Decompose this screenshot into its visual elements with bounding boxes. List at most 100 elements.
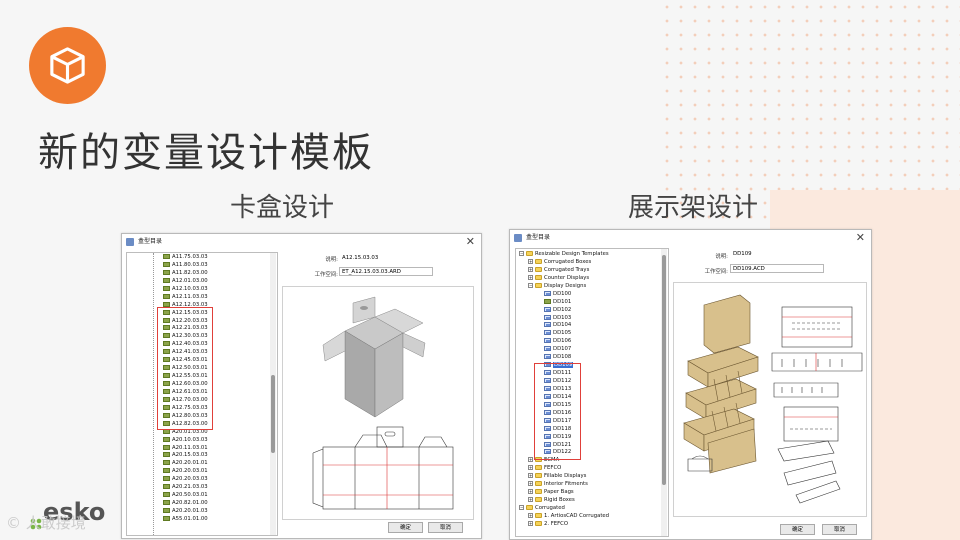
tree-item[interactable]: A12.55.03.01 [163,373,208,381]
tree-item[interactable]: A20.82.01.00 [163,500,208,508]
tree-item[interactable]: + FEFCO [519,465,609,473]
tree-item[interactable]: + Corrugated Trays [519,266,609,275]
tree-item[interactable]: − Display Designs [519,282,609,291]
tree-item[interactable]: + Counter Displays [519,274,609,283]
expand-icon[interactable]: + [528,489,533,495]
tree-item[interactable]: DD111 [519,370,609,378]
expand-icon[interactable]: + [528,520,533,526]
tree-item[interactable]: A20.21.03.03 [163,484,208,492]
scrollbar-thumb[interactable] [271,375,275,453]
tree-item[interactable]: A12.11.03.03 [163,293,208,302]
tree-item[interactable]: A12.75.03.03 [163,404,208,413]
scrollbar-thumb[interactable] [662,255,666,485]
tree-item[interactable]: + Fillable Displays [519,473,609,481]
tree-item[interactable]: DD105 [519,330,609,338]
tree-item[interactable]: + Paper Bags [519,489,609,497]
tree-item[interactable]: A20.15.03.03 [163,452,208,460]
tree-item[interactable]: A12.80.03.03 [163,412,208,421]
expand-icon[interactable]: + [528,512,533,518]
tree-item[interactable]: + Interior Fitments [519,481,609,489]
tree-item[interactable]: A12.60.03.00 [163,381,208,389]
expand-icon[interactable]: + [528,465,533,471]
tree-item[interactable]: A12.15.03.03 [163,309,208,318]
close-icon[interactable]: ✕ [466,234,475,250]
tree-item[interactable]: DD119 [519,433,609,442]
tree-item[interactable]: DD121 [519,441,609,450]
ok-button[interactable]: 确定 [388,522,423,533]
tree-item[interactable]: A12.20.03.03 [163,317,208,326]
expand-icon[interactable]: + [528,473,533,479]
tree-item[interactable]: A12.41.03.03 [163,349,208,357]
tree-item[interactable]: A20.20.01.01 [163,460,208,468]
collapse-icon[interactable]: − [528,282,533,288]
workspace-field[interactable]: ET_A12.15.03.03.ARD [339,267,433,276]
tree-item[interactable]: DD101 [519,298,609,307]
template-icon [163,381,170,386]
tree-item[interactable]: A12.82.03.00 [163,420,208,429]
tree-item[interactable]: DD106 [519,338,609,346]
expand-icon[interactable]: + [528,497,533,503]
tree-item[interactable]: +2. FEFCO [519,520,609,529]
close-icon[interactable]: ✕ [856,230,865,246]
tree-item[interactable]: +1. ArtiosCAD Corrugated [519,512,609,521]
tree-item[interactable]: DD113 [519,385,609,394]
tree-item[interactable]: A20.50.03.01 [163,492,208,500]
tree-item[interactable]: A12.21.03.03 [163,325,208,333]
tree-item[interactable]: A12.12.03.03 [163,301,208,310]
expand-icon[interactable]: + [528,274,533,280]
tree-item[interactable]: DD116 [519,409,609,418]
tree-item[interactable]: A20.01.03.00 [163,428,208,437]
tree-item[interactable]: DD107 [519,346,609,354]
expand-icon[interactable]: + [528,481,533,487]
tree-item[interactable]: A20.20.03.01 [163,468,208,476]
tree-item[interactable]: DD117 [519,417,609,426]
tree-item[interactable]: A12.40.03.03 [163,341,208,349]
tree-item[interactable]: A20.10.03.03 [163,436,208,445]
cancel-button[interactable]: 取消 [428,522,463,533]
tree-item[interactable]: A20.20.01.03 [163,508,208,516]
tree-item[interactable]: A12.61.03.01 [163,388,208,397]
expand-icon[interactable]: + [528,457,533,463]
tree-item[interactable]: A12.50.03.01 [163,365,208,373]
collapse-icon[interactable]: − [519,505,524,510]
tree-item[interactable]: − Resizable Design Templates [519,251,609,259]
tree-item[interactable]: A12.01.03.00 [163,277,208,286]
tree-item[interactable]: DD102 [519,306,609,315]
tree-item[interactable]: − Corrugated [519,505,609,513]
cancel-button[interactable]: 取消 [822,524,857,535]
tree-item-label: A12.20.03.03 [172,317,208,324]
right-tree-scrollbar[interactable] [661,249,667,536]
tree-item[interactable]: DD103 [519,314,609,323]
tree-item[interactable]: DD118 [519,425,609,434]
left-tree-view[interactable]: A11.75.03.03 A11.80.03.03 A11.82.03.00 A12.… [126,252,278,536]
left-tree-scrollbar[interactable] [270,253,276,535]
tree-item[interactable]: DD100 [519,290,609,299]
tree-item[interactable]: DD104 [519,322,609,330]
workspace-field[interactable]: DD109.ACD [730,264,824,273]
tree-item[interactable]: DD115 [519,401,609,410]
collapse-icon[interactable]: − [519,251,524,256]
tree-item[interactable]: A11.75.03.03 [163,254,208,262]
tree-item[interactable]: A55.01.01.00 [163,515,208,524]
tree-item[interactable]: A11.80.03.03 [163,261,208,270]
tree-item[interactable]: A11.82.03.00 [163,269,208,278]
expand-icon[interactable]: + [528,266,533,272]
tree-item[interactable]: + Corrugated Boxes [519,258,609,267]
tree-item[interactable]: A12.45.03.01 [163,357,208,365]
tree-item[interactable]: DD122 [519,449,609,457]
tree-item[interactable]: + ECMA [519,457,609,465]
ok-button[interactable]: 确定 [780,524,815,535]
tree-item[interactable]: DD109 [519,362,609,370]
right-tree-view[interactable]: − Resizable Design Templates + Corrugated B… [515,248,669,537]
tree-item[interactable]: A12.70.03.00 [163,396,208,405]
tree-item[interactable]: DD108 [519,354,609,362]
tree-item[interactable]: A12.30.03.03 [163,333,208,341]
tree-item[interactable]: + Rigid Boxes [519,497,609,505]
tree-item[interactable]: A20.20.03.03 [163,476,208,484]
expand-icon[interactable]: + [528,258,533,264]
tree-item[interactable]: A20.11.03.01 [163,444,208,453]
template-icon [544,298,551,304]
tree-item[interactable]: DD114 [519,393,609,402]
tree-item[interactable]: A12.10.03.03 [163,285,208,294]
tree-item[interactable]: DD112 [519,378,609,386]
